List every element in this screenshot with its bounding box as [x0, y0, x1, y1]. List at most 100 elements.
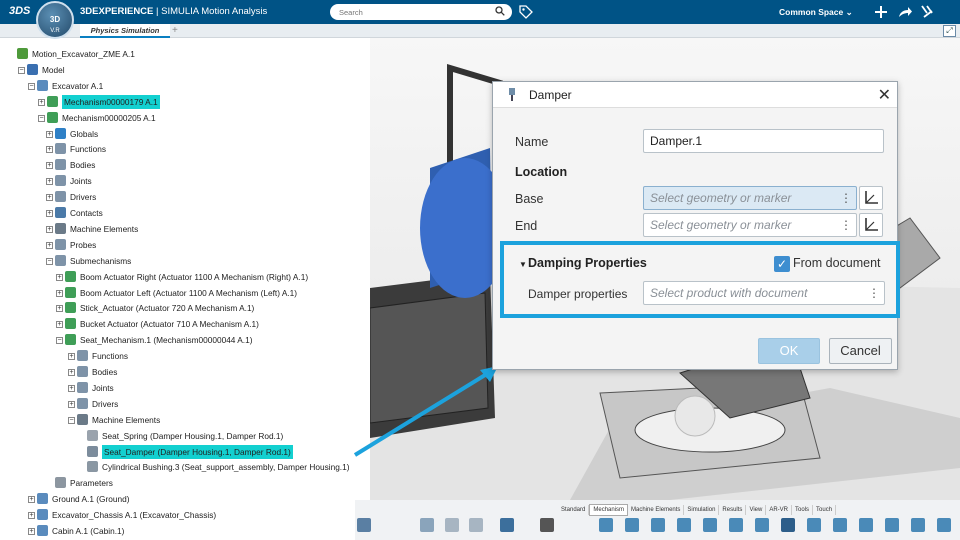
add-icon[interactable]	[872, 3, 890, 21]
tree-expander[interactable]: +	[46, 225, 53, 233]
compass-icon[interactable]: 3D V.R	[36, 1, 74, 39]
damper-properties-label: Damper properties	[528, 287, 628, 301]
maximize-icon[interactable]: ⤢	[943, 25, 956, 37]
end-selector[interactable]: ⋮	[643, 213, 857, 237]
tree-expander[interactable]: +	[28, 528, 35, 535]
search-input[interactable]	[339, 5, 489, 19]
tree-expander[interactable]: +	[68, 384, 75, 392]
base-pick-button[interactable]	[859, 186, 883, 210]
tree-expander[interactable]: +	[38, 98, 45, 106]
tree-expander[interactable]: −	[68, 416, 75, 424]
tree-expander[interactable]: −	[46, 257, 53, 265]
tree-expander[interactable]: −	[38, 114, 45, 122]
marker-icon[interactable]	[729, 518, 743, 532]
damper-properties-input[interactable]	[644, 282, 824, 304]
undo-icon[interactable]	[500, 518, 514, 532]
contact-icon[interactable]	[651, 518, 665, 532]
tree-expander[interactable]: −	[18, 66, 25, 74]
force-icon[interactable]	[703, 518, 717, 532]
damper-tool-icon[interactable]	[833, 518, 847, 532]
tree-expander[interactable]: +	[46, 194, 53, 202]
copy-icon[interactable]	[445, 518, 459, 532]
tree-expander[interactable]: +	[28, 512, 35, 520]
from-document-checkbox[interactable]: ✓	[774, 256, 790, 272]
tree-expander[interactable]: +	[56, 321, 63, 329]
action-tab[interactable]: Standard	[558, 505, 590, 515]
action-tab[interactable]: Tools	[792, 505, 814, 515]
end-more-icon[interactable]: ⋮	[840, 217, 852, 233]
action-tab[interactable]: Touch	[813, 505, 837, 515]
tree-expander[interactable]: +	[46, 178, 53, 186]
search-icon[interactable]	[495, 6, 505, 16]
tag-icon[interactable]	[519, 5, 533, 19]
brand-logo[interactable]: 3DS	[9, 5, 30, 17]
damper-properties-selector[interactable]: ⋮	[643, 281, 885, 305]
action-tab[interactable]: View	[746, 505, 767, 515]
collab-space-selector[interactable]: Common Space ⌄	[779, 7, 853, 18]
tree-expander[interactable]: +	[68, 400, 75, 408]
from-document-label: From document	[793, 256, 881, 270]
folder-icon	[77, 381, 88, 393]
end-pick-button[interactable]	[859, 213, 883, 237]
tree-expander[interactable]: −	[28, 82, 35, 90]
tree-expander[interactable]: +	[56, 273, 63, 281]
cam-tool-icon[interactable]	[937, 518, 951, 532]
base-selector[interactable]: ⋮	[643, 186, 857, 210]
cancel-button[interactable]: Cancel	[829, 338, 892, 364]
driver-icon[interactable]	[677, 518, 691, 532]
base-input[interactable]	[644, 187, 824, 209]
spring-tool-icon[interactable]	[807, 518, 821, 532]
tree-expander[interactable]: +	[56, 289, 63, 297]
cut-icon[interactable]	[420, 518, 434, 532]
ok-button[interactable]: OK	[758, 338, 820, 364]
body-icon[interactable]	[625, 518, 639, 532]
folder-icon	[77, 366, 88, 377]
end-input[interactable]	[644, 214, 824, 236]
gear-tool-icon[interactable]	[885, 518, 899, 532]
cube-icon[interactable]	[781, 518, 795, 532]
tree-expander[interactable]: +	[68, 353, 75, 361]
bushing-tool-icon[interactable]	[859, 518, 873, 532]
action-tab[interactable]: AR-VR	[766, 505, 793, 515]
action-bar-tabs: Standard Mechanism Machine Elements Simulat…	[558, 504, 837, 516]
collapse-triangle-icon[interactable]: ▼	[519, 260, 527, 269]
location-heading: Location	[515, 165, 568, 179]
name-field[interactable]	[643, 129, 884, 153]
tree-expander[interactable]: +	[68, 369, 75, 376]
action-tab[interactable]: Machine Elements	[628, 505, 685, 515]
belt-tool-icon[interactable]	[911, 518, 925, 532]
damper-properties-more-icon[interactable]: ⋮	[868, 285, 880, 301]
damping-properties-heading[interactable]: Damping Properties	[528, 256, 647, 270]
paste-icon[interactable]	[469, 518, 483, 532]
name-label: Name	[515, 135, 549, 149]
tree-node-label: Boom Actuator Right (Actuator 1100 A Mec…	[80, 271, 309, 282]
action-tab[interactable]: Simulation	[684, 505, 720, 515]
zoom-icon[interactable]	[540, 518, 554, 532]
tree-expander[interactable]: +	[46, 146, 53, 154]
tree-expander[interactable]: +	[46, 162, 53, 170]
tree-expander[interactable]: +	[46, 241, 53, 249]
tree-node-label: Functions	[70, 144, 106, 155]
gear-icon	[55, 222, 66, 234]
mechanism-icon	[65, 270, 76, 282]
joint-icon[interactable]	[599, 518, 613, 532]
tree-expander[interactable]: +	[46, 130, 53, 138]
tools-icon[interactable]	[919, 3, 937, 21]
mechanism-icon	[65, 318, 76, 330]
tab-physics-simulation[interactable]: Physics Simulation	[80, 24, 170, 38]
compass-toggle-icon[interactable]	[357, 518, 371, 532]
action-tab[interactable]: Results	[719, 505, 747, 515]
name-input[interactable]	[644, 130, 824, 152]
add-tab-button[interactable]: +	[172, 25, 178, 36]
product-icon	[37, 525, 48, 536]
base-more-icon[interactable]: ⋮	[840, 190, 852, 206]
action-tab[interactable]: Mechanism	[589, 504, 629, 516]
tree-expander[interactable]: +	[28, 496, 35, 504]
tree-expander[interactable]: +	[46, 210, 53, 217]
search-box[interactable]	[330, 4, 512, 20]
tree-expander[interactable]: +	[56, 305, 63, 313]
close-icon[interactable]: ✕	[878, 85, 891, 105]
share-icon[interactable]	[896, 3, 914, 21]
tree-expander[interactable]: −	[56, 337, 63, 345]
sensor-icon[interactable]	[755, 518, 769, 532]
